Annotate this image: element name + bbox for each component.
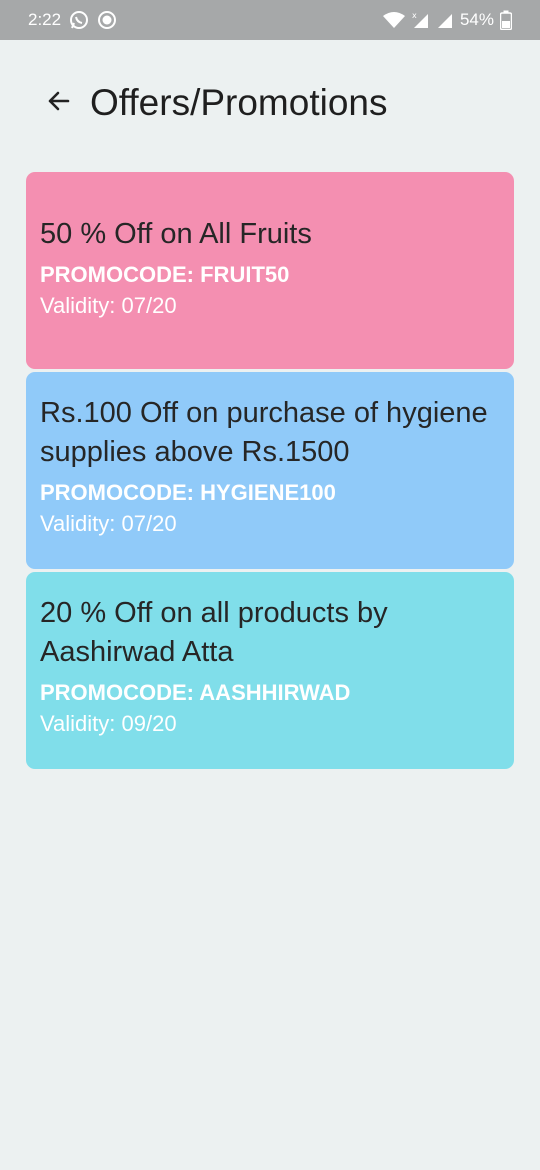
offer-promocode: PROMOCODE: HYGIENE100 (40, 480, 336, 505)
status-left: 2:22 (28, 0, 117, 40)
offer-title: 50 % Off on All Fruits (40, 218, 312, 250)
page-title: Offers/Promotions (90, 82, 388, 123)
battery-icon (500, 10, 512, 30)
offer-title: 20 % Off on all products by Aashirwad At… (40, 597, 388, 668)
signal-icon (436, 11, 454, 29)
wifi-icon (382, 11, 406, 29)
offer-promocode: PROMOCODE: AASHHIRWAD (40, 680, 351, 705)
signal-icon: x (412, 11, 430, 29)
app-header: Offers/Promotions (0, 40, 540, 172)
offer-card[interactable]: 50 % Off on All Fruits PROMOCODE: FRUIT5… (26, 172, 514, 369)
offer-card[interactable]: 20 % Off on all products by Aashirwad At… (26, 572, 514, 769)
offer-validity: Validity: 07/20 (40, 293, 177, 318)
offer-title: Rs.100 Off on purchase of hygiene suppli… (40, 397, 488, 468)
back-button[interactable] (40, 84, 78, 122)
record-icon (97, 10, 117, 30)
status-bar: 2:22 x 54% (0, 0, 540, 40)
offer-card[interactable]: Rs.100 Off on purchase of hygiene suppli… (26, 372, 514, 569)
offer-validity: Validity: 09/20 (40, 711, 177, 736)
offer-promocode: PROMOCODE: FRUIT50 (40, 262, 290, 287)
status-time: 2:22 (28, 10, 62, 29)
battery-percent: 54% (459, 10, 494, 29)
svg-text:x: x (412, 11, 417, 20)
offers-list: 50 % Off on All Fruits PROMOCODE: FRUIT5… (26, 172, 514, 772)
status-right: x 54% (382, 0, 512, 40)
whatsapp-icon (69, 10, 89, 30)
arrow-left-icon (46, 88, 72, 119)
offer-validity: Validity: 07/20 (40, 511, 177, 536)
